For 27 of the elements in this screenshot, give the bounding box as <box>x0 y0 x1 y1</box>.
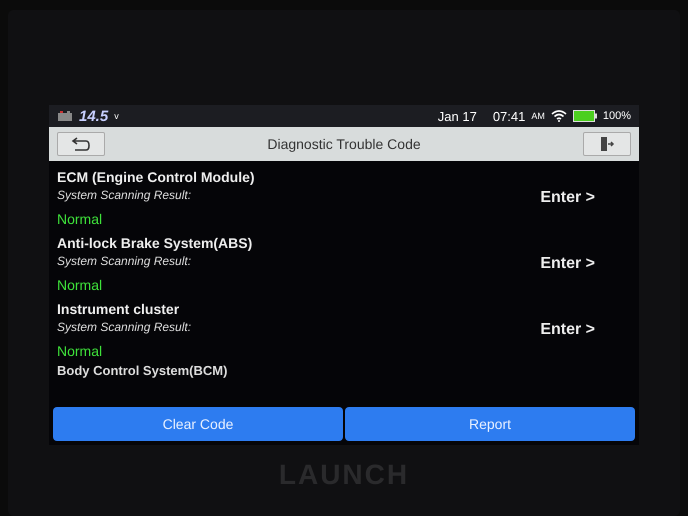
battery-icon <box>572 110 597 122</box>
system-name: Body Control System(BCM) <box>57 363 228 378</box>
result-label: System Scanning Result: <box>57 188 192 202</box>
status-meridiem: AM <box>531 111 545 121</box>
back-button[interactable] <box>57 132 105 156</box>
status-time: 07:41 <box>492 108 526 124</box>
voltage-reading: 14.5 <box>79 108 108 124</box>
enter-link[interactable]: Enter > <box>540 255 595 273</box>
voltage-unit: v <box>114 111 119 121</box>
wifi-icon <box>550 110 567 122</box>
exit-door-icon <box>599 136 615 152</box>
back-arrow-icon <box>71 137 91 151</box>
enter-link[interactable]: Enter > <box>540 189 595 207</box>
exit-button[interactable] <box>583 132 631 156</box>
system-name: Anti-lock Brake System(ABS) <box>57 235 252 251</box>
system-name: Instrument cluster <box>57 301 180 317</box>
result-status: Normal <box>57 343 104 359</box>
page-title: Diagnostic Trouble Code <box>267 136 421 152</box>
system-name: ECM (Engine Control Module) <box>57 169 255 185</box>
enter-link[interactable]: Enter > <box>540 321 595 339</box>
status-date: Jan 17 <box>438 108 477 124</box>
result-status: Normal <box>57 277 104 293</box>
car-battery-icon <box>57 110 73 122</box>
battery-percent: 100% <box>602 110 631 122</box>
result-label: System Scanning Result: <box>57 320 192 334</box>
result-label: System Scanning Result: <box>57 254 192 268</box>
result-status: Normal <box>57 211 104 227</box>
